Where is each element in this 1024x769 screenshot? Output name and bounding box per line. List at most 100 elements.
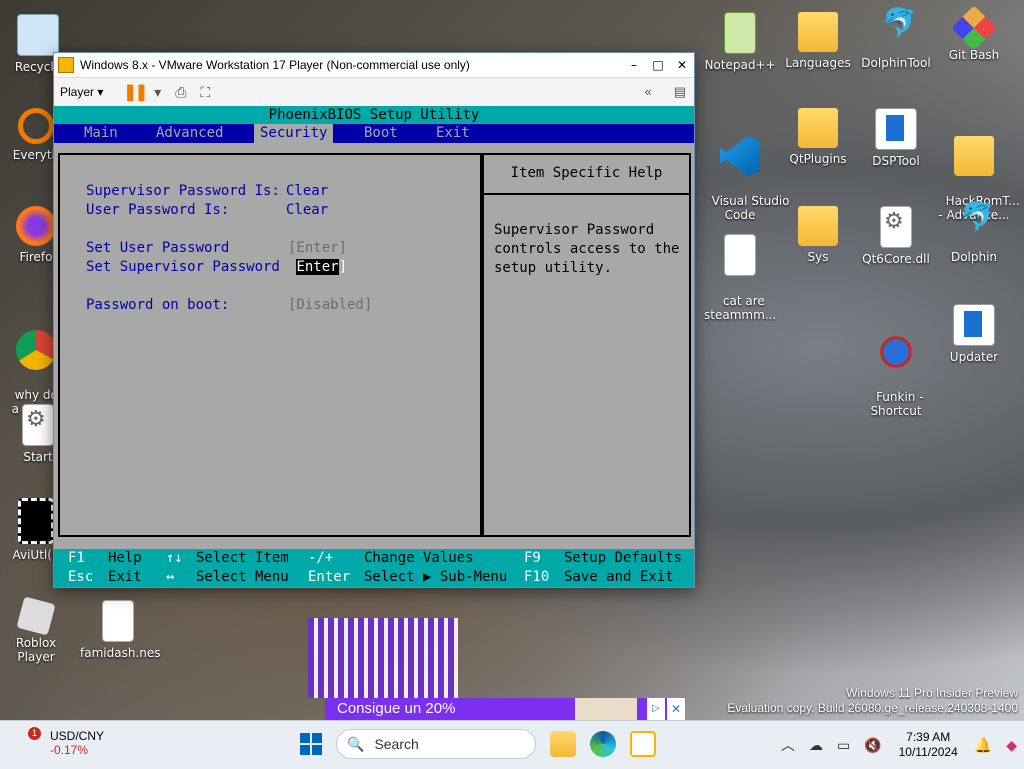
desktop-icon-label: Updater [949,350,999,364]
send-ctrl-alt-del-icon[interactable]: ⎙ [175,84,186,101]
desktop-icon-label: Firefo [19,250,53,264]
fullscreen-icon[interactable]: ⛶ [200,84,210,101]
pause-icon[interactable]: ❚❚ [123,82,148,102]
vscode-icon [720,136,760,176]
display-icon[interactable]: ▭ [837,737,850,754]
notepadpp-icon [724,12,756,54]
footer-desc-submenu: Select ▶ Sub-Menu [364,569,508,585]
vmware-taskbar-icon[interactable] [630,731,656,757]
dropdown-chevron-icon[interactable]: ▾ [154,84,161,101]
desktop-icon-dsptool[interactable]: DSPTool [860,108,932,168]
weather-ticker-widget[interactable]: 1 USD/CNY -0.17% [18,727,104,757]
desktop-icon-gitbash[interactable]: Git Bash [938,5,1010,62]
password-on-boot-label[interactable]: Password on boot: [86,297,229,313]
copilot-icon[interactable]: ◆ [1006,737,1017,754]
vmware-title-bar[interactable]: Windows 8.x - VMware Workstation 17 Play… [54,53,694,78]
bios-menu-main[interactable]: Main [78,124,124,143]
desktop-icon-updater[interactable]: Updater [938,304,1010,364]
bios-menu-boot[interactable]: Boot [358,124,404,143]
chevron-up-icon[interactable]: ︿ [781,735,795,755]
desktop-icon-vscode[interactable]: Visual Studio Code [704,108,790,222]
bios-menu-security[interactable]: Security [254,124,334,143]
supervisor-password-status-label: Supervisor Password Is: [86,183,280,199]
network-icon[interactable]: ☁ [809,737,823,754]
bios-settings-panel: Supervisor Password Is: Clear User Passw… [58,153,482,537]
set-supervisor-password-label[interactable]: Set Supervisor Password [86,259,280,275]
roblox-player-icon [16,596,56,636]
footer-desc-setup-defaults: Setup Defaults [564,550,683,566]
background-qr-code [308,618,458,698]
footer-desc-change-values: Change Values [364,550,474,566]
dsptool-icon [875,108,917,150]
ad-text: Consigue un 20% [337,700,456,717]
git-bash-icon [951,5,997,51]
help-panel-text: Supervisor Password controls access to t… [494,222,680,276]
desktop-icon-famidash[interactable]: famidash.nes [80,600,160,660]
footer-desc-select-item: Select Item [196,550,289,566]
bios-menu-advanced[interactable]: Advanced [150,124,229,143]
unity-icon[interactable]: ▤ [674,84,686,100]
set-user-password-value[interactable]: [Enter] [288,240,347,256]
vmware-window[interactable]: Windows 8.x - VMware Workstation 17 Play… [53,52,695,588]
ticker-badge: 1 [28,727,41,740]
minimize-button[interactable]: – [622,58,646,72]
user-password-status-value: Clear [286,202,329,218]
set-supervisor-password-value[interactable]: [Enter] [288,259,347,275]
dolphin-icon [954,206,995,246]
desktop-icon-sys[interactable]: Sys [782,206,854,264]
sys-folder-icon [798,206,838,246]
password-on-boot-value[interactable]: [Disabled] [288,297,372,313]
collapse-toolbar-icon[interactable]: « [644,84,651,100]
watermark-line-1: Windows 11 Pro Insider Preview [846,686,1018,700]
everything-icon [18,108,54,144]
maximize-button[interactable]: □ [646,58,670,72]
desktop-icon-roblox[interactable]: Roblox Player [0,596,72,664]
desktop-icon-languages[interactable]: Languages [782,12,854,70]
desktop-icon-qtplugins[interactable]: QtPlugins [782,108,854,166]
footer-desc-save-exit: Save and Exit [564,569,674,585]
notification-bell-icon[interactable]: 🔔 [975,737,992,754]
file-explorer-icon[interactable] [550,731,576,757]
qt6core-dll-icon [880,206,912,248]
desktop-icon-notepadpp[interactable]: Notepad++ [704,12,776,72]
footer-key-updown: ↑↓ [166,550,183,566]
desktop-icon-label: Sys [807,250,829,264]
search-placeholder: Search [374,736,419,752]
set-user-password-label[interactable]: Set User Password [86,240,229,256]
user-password-status-label: User Password Is: [86,202,230,218]
dolphintool-icon [876,12,917,52]
windows-start-icon[interactable] [300,733,322,755]
bios-footer: F1 Help Esc Exit ↑↓ Select Item ↔ Select… [54,549,694,587]
search-icon: 🔍 [347,735,365,752]
footer-key-esc: Esc [68,569,94,585]
recycle-bin-icon [17,14,59,56]
close-button[interactable]: ✕ [670,58,694,72]
desktop-icon-dolphin[interactable]: Dolphin [938,206,1010,264]
vmware-toolbar: Player ▾ ❚❚ ▾ ⎙ ⛶ « ▤ [54,78,694,107]
clock-time: 7:39 AM [906,730,951,744]
bios-menu-bar: Main Advanced Security Boot Exit [54,124,694,143]
desktop-icon-cat-file[interactable]: cat are steammm... [704,206,776,322]
player-menu-button[interactable]: Player ▾ [60,85,103,99]
volume-icon[interactable]: 🔇 [864,737,881,754]
desktop-icon-label: DolphinTool [861,56,931,70]
ad-close-icon[interactable]: ✕ [667,698,685,720]
ad-banner[interactable]: Consigue un 20% ▷ ✕ [325,698,685,720]
firefox-icon [16,206,56,246]
bios-menu-exit[interactable]: Exit [430,124,476,143]
desktop-icon-label: Dolphin [950,250,998,264]
edge-icon[interactable] [590,731,616,757]
desktop-icon-funkin[interactable]: Funkin - Shortcut [860,304,932,418]
taskbar-clock[interactable]: 7:39 AM 10/11/2024 [899,730,958,760]
desktop-icon-label: Git Bash [948,48,1000,62]
window-title: Windows 8.x - VMware Workstation 17 Play… [80,58,470,72]
desktop-icon-qt6core[interactable]: Qt6Core.dll [860,206,932,266]
ad-choices-icon[interactable]: ▷ [647,698,665,720]
cat-file-icon [724,234,756,276]
desktop-icon-label: Notepad++ [704,58,776,72]
desktop-icon-dolphintool[interactable]: DolphinTool [860,12,932,70]
taskbar-search-box[interactable]: 🔍 Search [336,729,536,759]
bios-screen[interactable]: PhoenixBIOS Setup Utility Main Advanced … [54,106,694,587]
funkin-shortcut-icon [876,332,916,372]
ticker-change: -0.17% [50,743,89,757]
